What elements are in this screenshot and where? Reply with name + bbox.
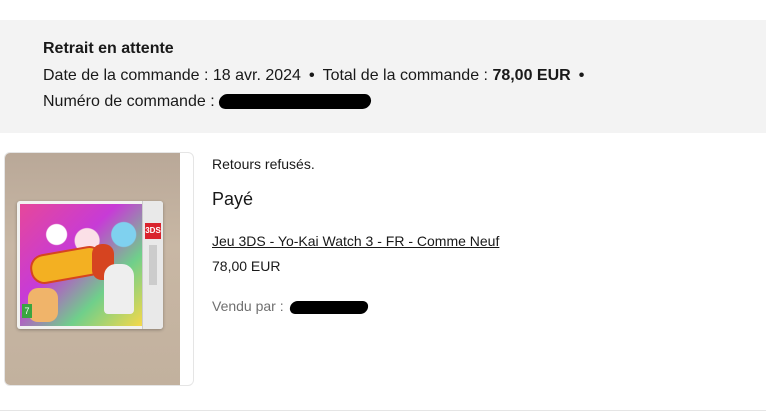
order-total-label: Total de la commande : [322,67,493,84]
divider [0,410,766,411]
order-total-value: 78,00 EUR [492,67,571,84]
payment-status: Payé [212,189,254,209]
product-image[interactable]: 7 3DS [4,152,194,386]
product-photo: 7 3DS [5,153,180,385]
character-graphic [104,264,134,314]
cover-art: 7 [20,204,142,326]
order-date-value: 18 avr. 2024 [212,67,301,84]
separator-dot: • [308,67,315,84]
returns-policy: Retours refusés. [212,156,315,172]
3ds-logo-icon: 3DS [145,223,161,239]
order-date-label: Date de la commande : [43,67,213,84]
separator-dot: • [578,67,585,84]
age-rating-icon: 7 [22,304,32,318]
seller-line: Vendu par : [212,298,369,314]
redacted-order-number [217,94,372,110]
item-title-link[interactable]: Jeu 3DS - Yo-Kai Watch 3 - FR - Comme Ne… [212,233,499,249]
order-status-title: Retrait en attente [43,40,174,57]
game-box-art: 7 3DS [17,201,163,329]
seller-label: Vendu par : [212,298,284,314]
order-number-label: Numéro de commande : [43,93,215,110]
item-price: 78,00 EUR [212,258,281,274]
character-graphic [28,288,58,322]
redacted-seller-name [288,300,369,314]
order-number-line: Numéro de commande : [43,93,372,111]
box-spine: 3DS [142,201,163,329]
order-details-line: Date de la commande : 18 avr. 2024 • Total… [43,67,592,85]
spine-text-graphic [149,245,157,285]
